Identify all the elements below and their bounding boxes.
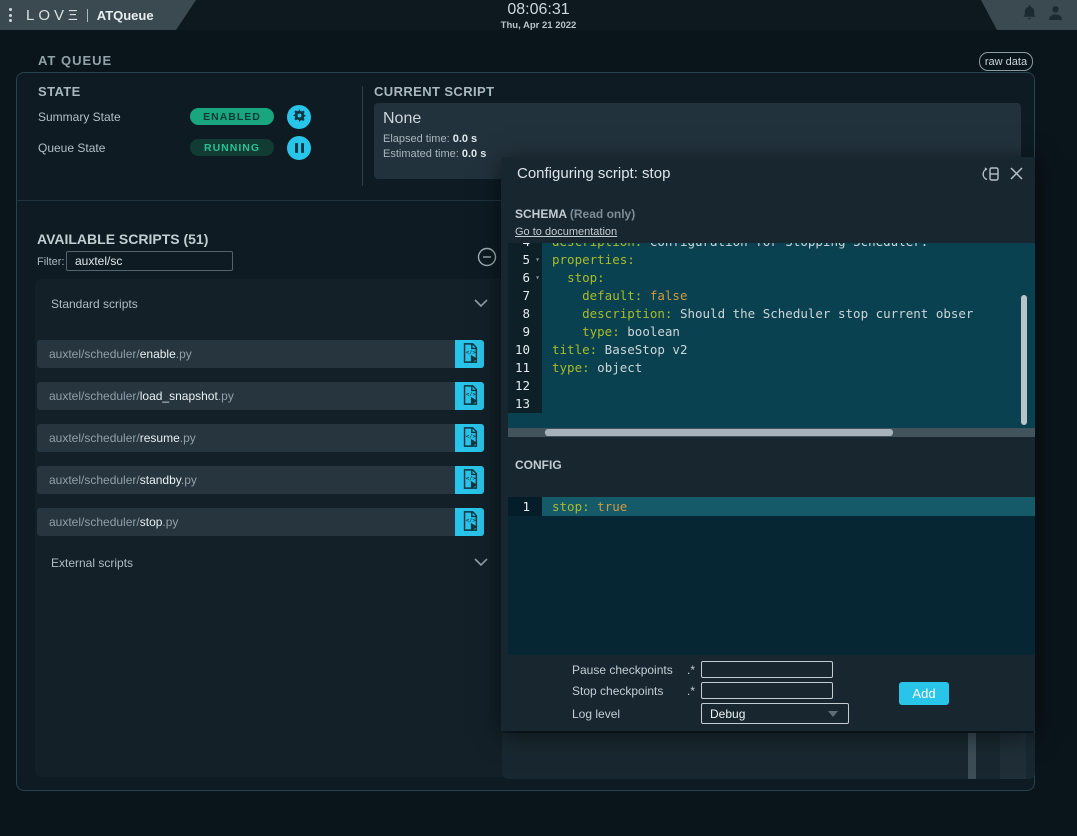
raw-data-button[interactable]: raw data [979,52,1033,71]
code-line: 7 default: false [508,287,1035,305]
config-editor[interactable]: 1stop: true [508,497,1035,655]
script-path: auxtel/scheduler/stop.py [37,515,178,529]
launch-script-button[interactable]: </> [455,424,484,452]
topbar: LOVΞ ATQueue 08:06:31 Thu, Apr 21 2022 [0,0,1077,30]
queue-state-badge: RUNNING [190,139,274,156]
script-path: auxtel/scheduler/load_snapshot.py [37,389,234,403]
configure-script-modal: Configuring script: stop SCHEMA (Read on… [501,157,1035,731]
launch-script-icon: </> [460,468,480,493]
code-line: 12 [508,377,1035,395]
standard-scripts-header[interactable]: Standard scripts [51,296,489,312]
log-level-select[interactable]: Debug [701,703,849,724]
summary-state-badge: ENABLED [190,108,274,125]
config-section-title: CONFIG [515,458,562,472]
estimated-time: Estimated time: 0.0 s [383,148,486,160]
stop-checkpoints-label: Stop checkpoints.* [572,684,695,698]
code-line: 13 [508,395,1035,413]
code-line: 4description: Configuration for Stopping… [508,243,1035,251]
filter-input[interactable] [66,251,233,271]
summary-state-label: Summary State [38,110,121,124]
screen: LOVΞ ATQueue 08:06:31 Thu, Apr 21 2022 A… [0,0,1077,836]
clock-time: 08:06:31 [0,2,1077,18]
script-row[interactable]: auxtel/scheduler/stop.py </> [37,508,484,536]
available-scripts-title: AVAILABLE SCRIPTS (51) [37,231,208,247]
summary-state-settings-button[interactable] [287,105,311,129]
close-modal-button[interactable] [1008,166,1025,183]
close-icon [1009,169,1024,184]
code-line: 11type: object [508,359,1035,377]
launch-script-icon: </> [460,426,480,451]
pause-checkpoints-label: Pause checkpoints.* [572,663,695,677]
launch-script-button[interactable]: </> [455,382,484,410]
script-path: auxtel/scheduler/resume.py [37,431,196,445]
script-row[interactable]: auxtel/scheduler/enable.py </> [37,340,484,368]
script-row[interactable]: auxtel/scheduler/standby.py </> [37,466,484,494]
pause-checkpoints-row: Pause checkpoints.* [572,661,902,678]
clock: 08:06:31 Thu, Apr 21 2022 [0,2,1077,31]
stop-checkpoints-row: Stop checkpoints.* [572,682,902,699]
circle-minus-icon [477,255,497,270]
launch-script-icon: </> [460,510,480,535]
scripts-container: Standard scripts auxtel/scheduler/enable… [35,279,505,777]
stop-checkpoints-input[interactable] [701,682,833,699]
script-path: auxtel/scheduler/enable.py [37,347,192,361]
clock-date: Thu, Apr 21 2022 [0,21,1077,31]
external-scripts-label: External scripts [51,556,133,570]
schema-editor[interactable]: 4description: Configuration for Stopping… [508,243,1035,428]
state-section-title: STATE [38,84,81,99]
chevron-down-icon [473,295,489,313]
background-panel-edge [1000,733,1026,779]
notifications-bell-icon[interactable] [1021,4,1038,26]
code-line: 1stop: true [508,497,1035,516]
elapsed-time: Elapsed time: 0.0 s [383,133,477,145]
pause-checkpoints-input[interactable] [701,661,833,678]
log-level-label: Log level [572,707,695,721]
code-line: 10title: BaseStop v2 [508,341,1035,359]
dock-move-icon [982,171,1001,186]
launch-script-button[interactable]: </> [455,340,484,368]
background-panel [502,733,1035,779]
code-line: 6▾ stop: [508,269,1035,287]
collapse-panel-button[interactable] [477,247,497,267]
queue-pause-button[interactable] [287,136,311,160]
current-script-name: None [383,110,421,128]
schema-vertical-scrollbar[interactable] [1021,295,1027,425]
launch-script-icon: </> [460,384,480,409]
code-line: 5▾properties: [508,251,1035,269]
select-caret-icon [828,711,838,717]
queue-state-label: Queue State [38,141,105,155]
chevron-down-icon [473,554,489,572]
gear-icon [292,108,307,126]
dock-panel-button[interactable] [982,166,1001,183]
launch-script-button[interactable]: </> [455,466,484,494]
user-account-icon[interactable] [1047,4,1064,26]
launch-script-button[interactable]: </> [455,508,484,536]
log-level-row: Log level Debug [572,703,902,724]
script-row[interactable]: auxtel/scheduler/load_snapshot.py </> [37,382,484,410]
schema-horizontal-scrollbar[interactable] [508,428,1035,437]
standard-scripts-label: Standard scripts [51,297,138,311]
documentation-link[interactable]: Go to documentation [515,226,617,238]
topbar-right-tab [981,0,1077,30]
launch-script-icon: </> [460,342,480,367]
script-path: auxtel/scheduler/standby.py [37,473,197,487]
state-current-divider [362,86,363,186]
pause-icon [295,143,304,153]
schema-section-title: SCHEMA (Read only) [515,207,635,221]
script-row[interactable]: auxtel/scheduler/resume.py </> [37,424,484,452]
modal-title: Configuring script: stop [517,165,670,182]
current-script-section-title: CURRENT SCRIPT [374,84,494,99]
external-scripts-header[interactable]: External scripts [51,555,489,571]
filter-label: Filter: [37,256,65,268]
page-title: AT QUEUE [38,53,112,68]
code-line: 8 description: Should the Scheduler stop… [508,305,1035,323]
add-script-button[interactable]: Add [899,682,949,705]
background-scrollbar[interactable] [968,733,976,779]
code-line: 9 type: boolean [508,323,1035,341]
